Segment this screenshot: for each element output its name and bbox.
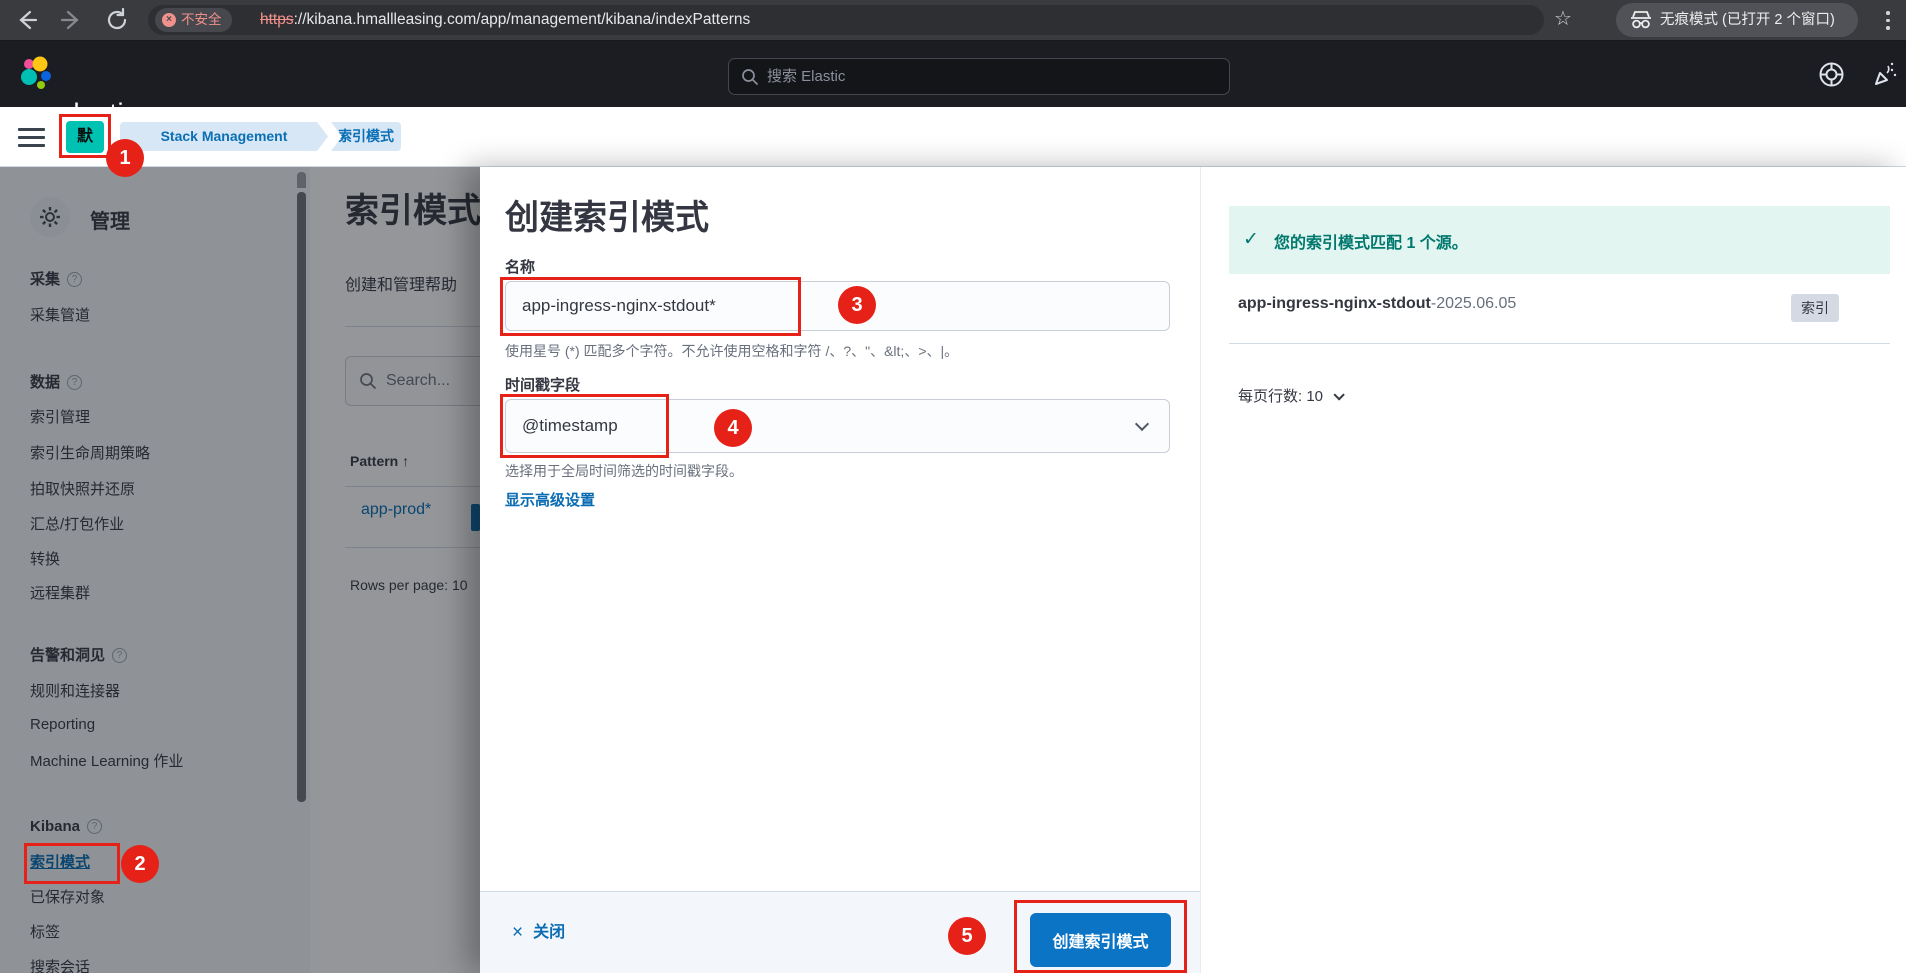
breadcrumb-stack-management[interactable]: Stack Management [120, 122, 328, 151]
not-secure-icon: × [162, 13, 176, 27]
browser-toolbar: × 不安全 https://kibana.hmallleasing.com/ap… [0, 0, 1906, 40]
annotation-step-2: 2 [121, 845, 159, 883]
chevron-down-icon [1333, 389, 1344, 400]
annotation-box-submit [1014, 900, 1187, 973]
annotation-step-4: 4 [714, 409, 752, 447]
annotation-step-1: 1 [106, 139, 144, 177]
index-badge: 索引 [1791, 294, 1839, 322]
help-icon[interactable] [1818, 61, 1845, 88]
check-icon: ✓ [1243, 228, 1259, 251]
global-search-input[interactable] [767, 60, 1217, 93]
flyout-title: 创建索引模式 [505, 190, 709, 239]
matched-source-row: app-ingress-nginx-stdout-2025.06.05 [1238, 295, 1516, 313]
incognito-icon [1629, 10, 1653, 30]
bookmark-star-icon[interactable]: ☆ [1550, 6, 1576, 31]
annotation-box-space [59, 114, 111, 158]
breadcrumb-index-patterns[interactable]: 索引模式 [331, 122, 401, 151]
annotation-step-3: 3 [838, 286, 876, 324]
name-help-text: 使用星号 (*) 匹配多个字符。不允许使用空格和字符 /、?、"、&lt;、>、… [505, 341, 958, 361]
success-callout: ✓ 您的索引模式匹配 1 个源。 [1229, 206, 1890, 274]
flyout-divider [1200, 167, 1201, 973]
show-advanced-settings-link[interactable]: 显示高级设置 [505, 489, 595, 510]
address-bar[interactable]: × 不安全 https://kibana.hmallleasing.com/ap… [148, 5, 1544, 35]
annotation-step-5: 5 [948, 917, 986, 955]
divider [1229, 343, 1890, 344]
screen: × 不安全 https://kibana.hmallleasing.com/ap… [0, 0, 1906, 973]
matched-source-suffix: -2025.06.05 [1431, 295, 1516, 312]
matched-source-name: app-ingress-nginx-stdout [1238, 295, 1431, 312]
back-icon[interactable] [14, 7, 40, 33]
newsfeed-icon[interactable] [1872, 61, 1899, 88]
url-rest: ://kibana.hmallleasing.com/app/managemen… [294, 11, 751, 28]
security-chip-label: 不安全 [181, 12, 222, 27]
breadcrumb-bar: 默 Stack Management 索引模式 [0, 107, 1906, 167]
close-button[interactable]: ×关闭 [512, 918, 565, 944]
timestamp-label: 时间戳字段 [505, 374, 580, 395]
incognito-badge[interactable]: 无痕模式 (已打开 2 个窗口) [1616, 3, 1858, 37]
annotation-box-timestamp [500, 394, 669, 458]
forward-icon[interactable] [58, 7, 84, 33]
close-icon: × [512, 922, 523, 943]
app-header: elastic [0, 40, 1906, 107]
success-message: 您的索引模式匹配 1 个源。 [1274, 229, 1468, 253]
browser-menu-icon[interactable] [1886, 11, 1890, 34]
reload-icon[interactable] [104, 7, 130, 33]
annotation-box-name [500, 277, 801, 336]
global-search[interactable] [728, 58, 1230, 95]
url-scheme: https [260, 11, 294, 28]
annotation-box-index-patterns [24, 843, 120, 884]
url-text[interactable]: https://kibana.hmallleasing.com/app/mana… [260, 5, 750, 35]
search-icon [741, 68, 759, 86]
elastic-logo[interactable] [16, 55, 54, 93]
preview-rows-per-page[interactable]: 每页行数: 10 [1238, 385, 1341, 406]
chevron-down-icon [1135, 417, 1149, 431]
security-chip[interactable]: × 不安全 [155, 8, 232, 32]
incognito-label: 无痕模式 (已打开 2 个窗口) [1660, 3, 1835, 37]
menu-icon[interactable] [18, 128, 45, 147]
name-label: 名称 [505, 256, 535, 277]
timestamp-help-text: 选择用于全局时间筛选的时间戳字段。 [505, 461, 743, 481]
